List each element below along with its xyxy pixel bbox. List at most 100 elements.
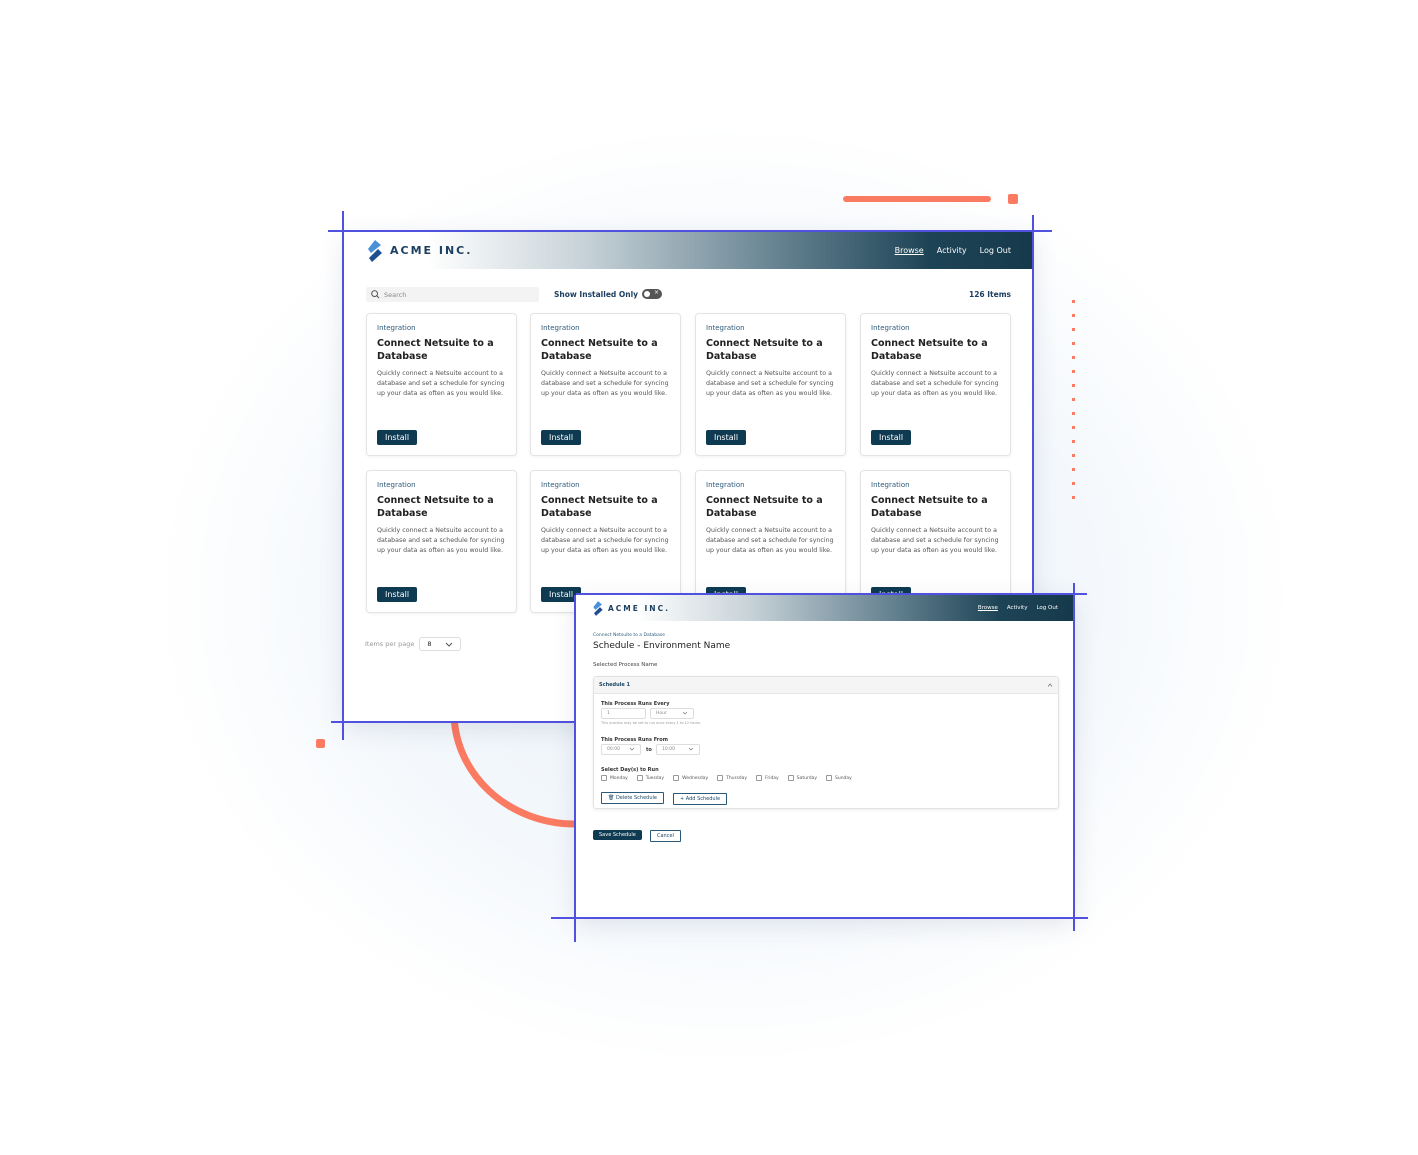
card-title: Connect Netsuite to a Database bbox=[377, 338, 494, 362]
day-checkbox[interactable]: Tuesday bbox=[636, 775, 665, 781]
save-schedule-button[interactable]: Save Schedule bbox=[593, 830, 642, 840]
frame-line bbox=[551, 917, 1088, 919]
from-time-select[interactable]: 00:00 bbox=[601, 744, 641, 755]
nav-logout[interactable]: Log Out bbox=[980, 246, 1011, 255]
checkbox-icon[interactable] bbox=[826, 775, 832, 781]
card-title: Connect Netsuite to a Database bbox=[871, 495, 988, 519]
integration-card[interactable]: Integration Connect Netsuite to a Databa… bbox=[366, 313, 517, 456]
search-placeholder: Search bbox=[384, 290, 407, 299]
decor-square bbox=[316, 739, 325, 748]
runs-every-value: 1 bbox=[607, 711, 610, 716]
card-category: Integration bbox=[377, 324, 416, 332]
chevron-up-icon bbox=[1047, 683, 1053, 687]
card-description: Quickly connect a Netsuite account to a … bbox=[871, 370, 999, 397]
frame-line bbox=[331, 721, 576, 723]
show-installed-toggle[interactable]: × bbox=[642, 289, 663, 299]
card-description: Quickly connect a Netsuite account to a … bbox=[541, 527, 669, 554]
schedule-window: ACME INC. Browse Activity Log Out Connec… bbox=[576, 595, 1074, 918]
day-label: Saturday bbox=[796, 775, 817, 781]
frame-line bbox=[1073, 583, 1075, 931]
nav-logout[interactable]: Log Out bbox=[1036, 605, 1058, 611]
frame-line bbox=[1032, 215, 1034, 595]
page-title: Schedule - Environment Name bbox=[593, 641, 731, 651]
day-checkbox[interactable]: Saturday bbox=[787, 775, 817, 781]
nav-activity[interactable]: Activity bbox=[937, 246, 967, 255]
panel-header[interactable]: Schedule 1 bbox=[594, 677, 1058, 694]
panel-title: Schedule 1 bbox=[599, 682, 630, 688]
day-checkbox[interactable]: Sunday bbox=[826, 775, 852, 781]
card-category: Integration bbox=[377, 481, 416, 489]
nav-browse[interactable]: Browse bbox=[978, 605, 998, 611]
nav-browse[interactable]: Browse bbox=[895, 246, 924, 255]
acme-logo-icon bbox=[593, 600, 603, 616]
runs-from-label: This Process Runs From bbox=[601, 737, 668, 743]
install-button[interactable]: Install bbox=[541, 430, 582, 445]
header: ACME INC. Browse Activity Log Out bbox=[576, 595, 1074, 621]
integration-card[interactable]: Integration Connect Netsuite to a Databa… bbox=[530, 470, 681, 613]
day-label: Tuesday bbox=[645, 775, 665, 781]
day-checkbox[interactable]: Monday bbox=[601, 775, 628, 781]
runs-every-label: This Process Runs Every bbox=[601, 701, 670, 707]
day-checkbox[interactable]: Friday bbox=[756, 775, 779, 781]
day-checkbox[interactable]: Wednesday bbox=[673, 775, 708, 781]
checkbox-icon[interactable] bbox=[636, 775, 643, 781]
day-checkbox[interactable]: Thursday bbox=[717, 775, 747, 781]
card-title: Connect Netsuite to a Database bbox=[541, 495, 658, 519]
nav-activity[interactable]: Activity bbox=[1007, 605, 1028, 611]
item-count: 126 Items bbox=[968, 290, 1011, 299]
breadcrumb[interactable]: Connect Netsuite to a Database bbox=[593, 633, 665, 638]
runs-every-help: This process may be set to run once ever… bbox=[601, 721, 702, 725]
per-page-value: 8 bbox=[427, 640, 432, 648]
from-value: 00:00 bbox=[607, 747, 620, 752]
day-label: Wednesday bbox=[682, 775, 709, 781]
cancel-button[interactable]: Cancel bbox=[650, 830, 681, 842]
checkbox-icon[interactable] bbox=[717, 775, 724, 781]
install-button[interactable]: Install bbox=[377, 430, 418, 445]
integration-card[interactable]: Integration Connect Netsuite to a Databa… bbox=[860, 470, 1011, 613]
header: ACME INC. Browse Activity Log Out bbox=[344, 232, 1033, 269]
logo: ACME INC. bbox=[592, 600, 670, 616]
frame-line bbox=[328, 230, 1052, 232]
search-icon bbox=[371, 290, 380, 299]
runs-every-unit-select[interactable]: Hour bbox=[650, 708, 694, 719]
per-page-label: Items per page bbox=[365, 640, 415, 648]
delete-label: Delete Schedule bbox=[615, 795, 657, 801]
to-value: 10:00 bbox=[662, 747, 675, 752]
runs-every-input[interactable]: 1 bbox=[601, 708, 646, 719]
delete-schedule-button[interactable]: 🗑 Delete Schedule bbox=[601, 792, 664, 804]
card-description: Quickly connect a Netsuite account to a … bbox=[706, 370, 834, 397]
schedule-panel: Schedule 1 This Process Runs Every 1 Hou… bbox=[593, 676, 1059, 809]
integration-card[interactable]: Integration Connect Netsuite to a Databa… bbox=[695, 313, 846, 456]
chevron-down-icon bbox=[629, 747, 635, 751]
card-category: Integration bbox=[706, 481, 745, 489]
checkbox-icon[interactable] bbox=[756, 775, 763, 781]
add-schedule-button[interactable]: + Add Schedule bbox=[673, 793, 728, 805]
add-label: Add Schedule bbox=[685, 796, 721, 802]
card-description: Quickly connect a Netsuite account to a … bbox=[706, 527, 834, 554]
logo: ACME INC. bbox=[366, 239, 472, 262]
day-label: Friday bbox=[765, 775, 779, 781]
search-input[interactable]: Search bbox=[366, 287, 539, 302]
to-time-select[interactable]: 10:00 bbox=[656, 744, 700, 755]
card-title: Connect Netsuite to a Database bbox=[541, 338, 658, 362]
toggle-label: Show Installed Only bbox=[554, 289, 639, 299]
install-button[interactable]: Install bbox=[377, 587, 418, 602]
install-button[interactable]: Install bbox=[706, 430, 747, 445]
checkbox-icon[interactable] bbox=[601, 775, 607, 781]
integration-card[interactable]: Integration Connect Netsuite to a Databa… bbox=[695, 470, 846, 613]
install-button[interactable]: Install bbox=[871, 430, 912, 445]
checkbox-icon[interactable] bbox=[673, 775, 680, 781]
trash-icon: 🗑 bbox=[608, 795, 615, 801]
card-category: Integration bbox=[871, 481, 910, 489]
checkbox-icon[interactable] bbox=[787, 775, 794, 781]
per-page-select[interactable]: 8 bbox=[419, 637, 462, 651]
card-description: Quickly connect a Netsuite account to a … bbox=[377, 527, 505, 554]
chevron-down-icon bbox=[688, 747, 694, 751]
integration-card[interactable]: Integration Connect Netsuite to a Databa… bbox=[530, 313, 681, 456]
integration-card[interactable]: Integration Connect Netsuite to a Databa… bbox=[366, 470, 517, 613]
to-label: to bbox=[646, 747, 652, 753]
integration-card[interactable]: Integration Connect Netsuite to a Databa… bbox=[860, 313, 1011, 456]
chevron-down-icon bbox=[446, 642, 453, 647]
card-description: Quickly connect a Netsuite account to a … bbox=[377, 370, 505, 397]
card-title: Connect Netsuite to a Database bbox=[706, 495, 823, 519]
